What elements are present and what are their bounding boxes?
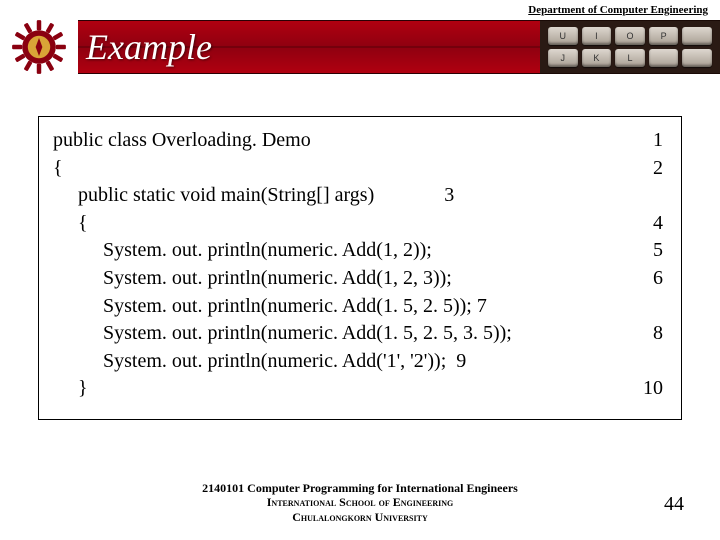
- code-line: } 10: [53, 375, 663, 403]
- code-text: {: [53, 157, 63, 179]
- footer-course: 2140101 Computer Programming for Interna…: [0, 481, 720, 495]
- title-bar-mid: Example: [78, 20, 540, 74]
- code-text: System. out. println(numeric. Add(1. 5, …: [53, 295, 477, 317]
- code-line: {4: [53, 210, 663, 238]
- line-number: 10: [643, 375, 663, 403]
- code-line: {2: [53, 155, 663, 183]
- code-line: System. out. println(numeric. Add(1. 5, …: [53, 320, 663, 348]
- keyboard-key: [682, 49, 712, 67]
- footer-school: International School of Engineering: [0, 495, 720, 509]
- keyboard-key: L: [615, 49, 645, 67]
- code-line: public static void main(String[] args) 3: [53, 182, 663, 210]
- line-number: 3: [444, 184, 454, 206]
- line-number: 6: [653, 265, 663, 293]
- title-bar: Example UIOP JKL: [0, 20, 720, 74]
- keyboard-image: UIOP JKL: [540, 20, 720, 74]
- code-text: System. out. println(numeric. Add(1. 5, …: [53, 322, 512, 344]
- code-text: System. out. println(numeric. Add(1, 2))…: [53, 239, 432, 261]
- code-line: System. out. println(numeric. Add(1, 2))…: [53, 237, 663, 265]
- code-line: System. out. println(numeric. Add(1. 5, …: [53, 293, 663, 321]
- page-number: 44: [664, 493, 684, 516]
- keyboard-key: J: [548, 49, 578, 67]
- line-number: 5: [653, 237, 663, 265]
- line-number: 4: [653, 210, 663, 238]
- code-text: {: [53, 212, 88, 234]
- keyboard-key: P: [649, 27, 679, 45]
- footer: 2140101 Computer Programming for Interna…: [0, 481, 720, 524]
- keyboard-key: [649, 49, 679, 67]
- department-label: Department of Computer Engineering: [528, 4, 708, 16]
- code-text: public static void main(String[] args): [53, 184, 444, 206]
- line-number: 9: [456, 350, 466, 372]
- code-block: public class Overloading. Demo1{2 public…: [38, 116, 682, 420]
- keyboard-key: K: [582, 49, 612, 67]
- keyboard-key: U: [548, 27, 578, 45]
- gear-icon: [11, 19, 67, 75]
- code-text: public class Overloading. Demo: [53, 129, 311, 151]
- code-line: System. out. println(numeric. Add(1, 2, …: [53, 265, 663, 293]
- code-line: System. out. println(numeric. Add('1', '…: [53, 348, 663, 376]
- keyboard-key: [682, 27, 712, 45]
- keyboard-key: O: [615, 27, 645, 45]
- code-text: System. out. println(numeric. Add(1, 2, …: [53, 267, 452, 289]
- code-line: public class Overloading. Demo 1: [53, 127, 663, 155]
- line-number: 8: [653, 320, 663, 348]
- line-number: 7: [477, 295, 487, 317]
- code-text: System. out. println(numeric. Add('1', '…: [53, 350, 456, 372]
- footer-university: Chulalongkorn University: [0, 510, 720, 524]
- logo-container: [0, 20, 78, 74]
- code-text: }: [53, 377, 88, 399]
- line-number: 1: [653, 127, 663, 155]
- line-number: 2: [653, 155, 663, 183]
- keyboard-key: I: [582, 27, 612, 45]
- slide-title: Example: [86, 26, 212, 68]
